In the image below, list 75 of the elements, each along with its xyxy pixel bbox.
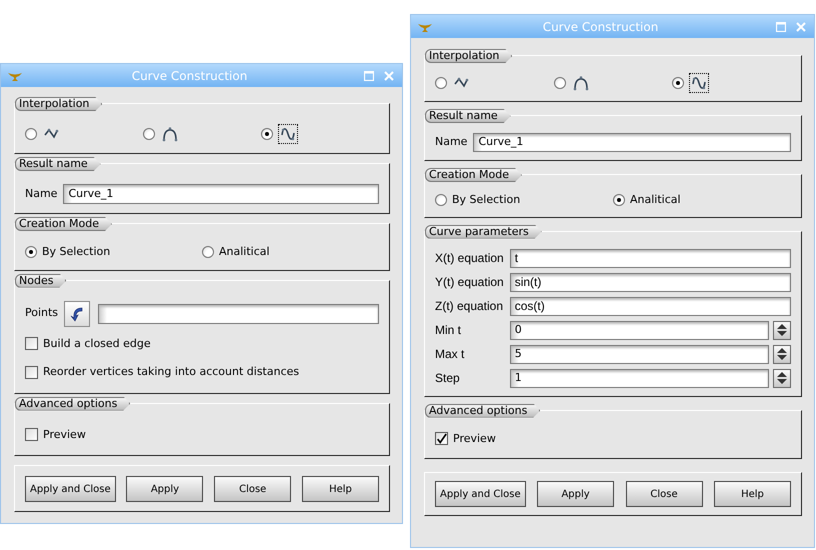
group-title: Interpolation (425, 49, 512, 63)
checkbox[interactable] (25, 337, 38, 350)
radio-button[interactable] (554, 77, 566, 89)
group-title: Result name (425, 109, 511, 123)
maximize-icon (364, 70, 374, 80)
radio-button[interactable] (613, 194, 625, 206)
field-label: Y(t) equation (435, 274, 504, 291)
field-label: Name (435, 134, 468, 150)
radio-button[interactable] (435, 194, 447, 206)
dialog-button[interactable]: Close (214, 476, 292, 502)
spin-button[interactable] (773, 368, 791, 388)
group-title: Creation Mode (425, 168, 522, 182)
spin-field[interactable]: 1 (510, 368, 769, 388)
input-field[interactable]: Curve_1 (63, 184, 379, 204)
close-icon (796, 22, 806, 32)
field-label: X(t) equation (435, 250, 504, 267)
wave-icon[interactable] (278, 124, 298, 144)
group-title: Creation Mode (15, 217, 112, 231)
radio-button[interactable] (202, 246, 214, 258)
up-down-icon (776, 371, 788, 385)
window-title: Curve Construction (130, 68, 248, 84)
field-label: Max t (435, 346, 466, 363)
input-field[interactable]: sin(t) (510, 272, 791, 292)
option-label[interactable]: Analitical (630, 192, 681, 208)
radio-button[interactable] (261, 128, 273, 140)
group-title: Curve parameters (425, 224, 542, 238)
option-label[interactable]: By Selection (452, 192, 520, 208)
group-title: Result name (15, 157, 101, 171)
radio-button[interactable] (25, 246, 37, 258)
group-title: Interpolation (15, 97, 102, 111)
selection-button[interactable] (64, 300, 90, 326)
option-label[interactable]: By Selection (42, 244, 110, 260)
curved-arrow-icon (70, 306, 84, 322)
group-title: Nodes (15, 274, 66, 288)
arc-icon[interactable] (570, 73, 591, 93)
checkbox[interactable] (25, 366, 38, 379)
spin-field[interactable]: 0 (510, 320, 769, 340)
window-title: Curve Construction (542, 18, 660, 36)
field-label: Min t (435, 322, 462, 339)
radio-button[interactable] (672, 77, 684, 89)
close-icon (384, 70, 394, 80)
field-label: Step (435, 370, 461, 387)
input-field[interactable] (98, 304, 379, 324)
dialog-button[interactable]: Apply (126, 476, 204, 502)
wave-icon[interactable] (689, 73, 710, 93)
input-field[interactable]: t (510, 248, 791, 268)
field-label: Z(t) equation (435, 298, 504, 315)
input-field[interactable]: Curve_1 (473, 133, 791, 152)
dialog-button[interactable]: Help (302, 476, 379, 502)
checkbox-label[interactable]: Reorder vertices taking into account distances (43, 364, 300, 380)
dialog-button[interactable]: Close (626, 481, 703, 507)
field-label: Name (25, 186, 58, 202)
group-title: Advanced options (15, 396, 130, 410)
option-label[interactable]: Analitical (219, 244, 270, 260)
group-title: Advanced options (425, 404, 540, 418)
checkbox[interactable] (435, 432, 448, 446)
radio-button[interactable] (25, 128, 37, 140)
spin-button[interactable] (773, 344, 791, 364)
dialog-button[interactable]: Apply (537, 481, 614, 507)
up-down-icon (776, 323, 788, 337)
checkbox-label[interactable]: Preview (43, 426, 86, 443)
checkbox[interactable] (25, 428, 38, 442)
up-down-icon (776, 347, 788, 361)
radio-button[interactable] (435, 77, 447, 89)
input-field[interactable]: cos(t) (510, 296, 791, 316)
maximize-icon (776, 22, 786, 32)
checkbox-label[interactable]: Preview (453, 430, 496, 447)
spin-button[interactable] (773, 320, 791, 340)
field-label: Points (25, 305, 58, 322)
radio-button[interactable] (143, 128, 155, 140)
checkbox-label[interactable]: Build a closed edge (43, 336, 151, 352)
spin-field[interactable]: 5 (510, 344, 769, 364)
dialog-button[interactable]: Apply and Close (435, 481, 526, 507)
dialog-button[interactable]: Help (714, 481, 791, 507)
dialog-button[interactable]: Apply and Close (25, 476, 116, 502)
